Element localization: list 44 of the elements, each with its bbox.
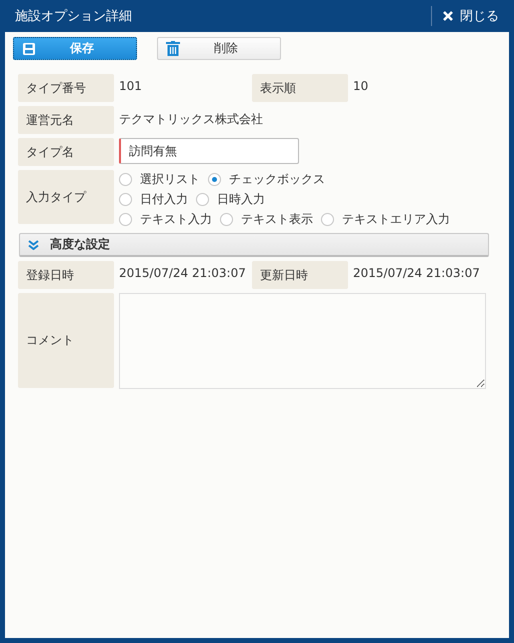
radio-option[interactable]: テキストエリア入力 bbox=[321, 211, 450, 228]
radio-label: チェックボックス bbox=[229, 171, 325, 188]
radio-option[interactable]: テキスト表示 bbox=[220, 211, 313, 228]
radio-button[interactable] bbox=[196, 193, 209, 206]
field-label: タイプ番号 bbox=[18, 74, 114, 102]
radio-button[interactable] bbox=[119, 173, 132, 186]
window-title: 施設オプション詳細 bbox=[15, 8, 132, 25]
field-label: 更新日時 bbox=[252, 261, 348, 289]
save-icon bbox=[22, 42, 36, 56]
radio-option[interactable]: チェックボックス bbox=[208, 171, 325, 188]
radio-option[interactable]: 選択リスト bbox=[119, 171, 200, 188]
close-icon bbox=[442, 10, 454, 22]
field-label: コメント bbox=[18, 293, 114, 388]
field-label: タイプ名 bbox=[18, 138, 114, 166]
delete-button[interactable]: 削除 bbox=[157, 37, 281, 60]
field-value: テクマトリックス株式会社 bbox=[119, 111, 263, 128]
field-label: 入力タイプ bbox=[18, 170, 114, 224]
radio-label: 選択リスト bbox=[140, 171, 200, 188]
radio-label: 日付入力 bbox=[140, 191, 188, 208]
field-value: 10 bbox=[353, 78, 368, 93]
radio-option[interactable]: テキスト入力 bbox=[119, 211, 212, 228]
field-label: 運営元名 bbox=[18, 106, 114, 134]
field-label: 表示順 bbox=[252, 74, 348, 102]
comment-field[interactable] bbox=[119, 293, 486, 389]
field-value: 2015/07/24 21:03:07 bbox=[119, 265, 247, 280]
field-value: 2015/07/24 21:03:07 bbox=[353, 265, 480, 280]
radio-label: 日時入力 bbox=[217, 191, 265, 208]
radio-button[interactable] bbox=[321, 213, 334, 226]
radio-label: テキストエリア入力 bbox=[342, 211, 450, 228]
type-name-field[interactable]: 訪問有無 bbox=[119, 138, 299, 164]
radio-button[interactable] bbox=[119, 193, 132, 206]
radio-option[interactable]: 日時入力 bbox=[196, 191, 265, 208]
radio-label: テキスト入力 bbox=[140, 211, 212, 228]
radio-option[interactable]: 日付入力 bbox=[119, 191, 188, 208]
chevron-icon bbox=[28, 240, 39, 250]
radio-label: テキスト表示 bbox=[241, 211, 313, 228]
close-button[interactable]: 閉じる bbox=[431, 6, 509, 26]
radio-button[interactable] bbox=[220, 213, 233, 226]
radio-button[interactable] bbox=[119, 213, 132, 226]
field-label: 登録日時 bbox=[18, 261, 114, 289]
advanced-settings-toggle[interactable]: 高度な設定 bbox=[19, 233, 489, 257]
field-value: 101 bbox=[119, 78, 143, 93]
radio-button[interactable] bbox=[208, 173, 221, 186]
trash-icon bbox=[166, 41, 180, 56]
